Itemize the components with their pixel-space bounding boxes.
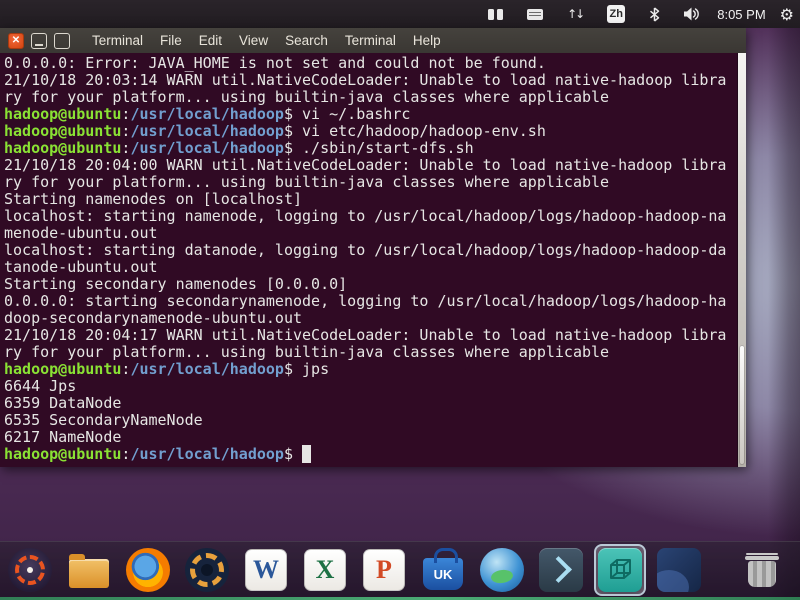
terminal-line: 6535 SecondaryNameNode [4,411,203,429]
menu-item-file-1[interactable]: File [160,33,182,48]
terminal-cursor [302,445,312,463]
trash-icon [745,552,779,588]
dock-item-trash[interactable] [738,546,786,594]
scrollbar[interactable] [737,53,746,467]
terminal-line: hadoop@ubuntu:/usr/local/hadoop$ jps [4,360,330,378]
dock-item-firefox[interactable] [124,546,172,594]
menu-item-search-4[interactable]: Search [285,33,328,48]
terminal-output[interactable]: 0.0.0.0: Error: JAVA_HOME is not set and… [0,53,737,467]
terminal-line: 0.0.0.0: Error: JAVA_HOME is not set and… [4,54,546,72]
network-arrows-icon[interactable]: ↑↓ [567,7,585,21]
camera-lens-icon [185,547,229,592]
terminal-line: hadoop@ubuntu:/usr/local/hadoop$ ./sbin/… [4,139,474,157]
chevron-right-icon [539,547,583,592]
dock-item-files[interactable] [65,546,113,594]
terminal-line: 6217 NameNode [4,428,122,446]
terminal-body: 0.0.0.0: Error: JAVA_HOME is not set and… [0,53,746,467]
maximize-button[interactable] [54,32,70,49]
terminal-line: 21/10/18 20:04:00 WARN util.NativeCodeLo… [4,156,727,174]
terminal-line: 21/10/18 20:03:14 WARN util.NativeCodeLo… [4,71,727,89]
excel-icon: X [304,548,346,591]
terminal-line: 6359 DataNode [4,394,122,412]
terminal-line: 6644 Jps [4,377,77,395]
dock-item-word[interactable]: W [242,546,290,594]
input-method-badge[interactable]: Zh [607,5,626,23]
terminal-window: ✕ Terminal File Edit View Search Terminal Help… [0,28,746,467]
terminal-line: Starting secondary namenodes [0.0.0.0] [4,275,348,293]
terminal-line: tanode-ubuntu.out [4,258,158,276]
shopping-bag-icon: UK [423,548,463,590]
terminal-line: Starting namenodes on [localhost] [4,190,303,208]
word-icon: W [245,548,287,591]
keyboard-icon[interactable] [527,8,544,20]
terminal-line: hadoop@ubuntu:/usr/local/hadoop$ [4,445,733,463]
dock-item-kylin-store[interactable]: UK [419,546,467,594]
terminal-line: 0.0.0.0: starting secondarynamenode, log… [4,292,727,310]
terminal-line: ry for your platform... using builtin-ja… [4,88,610,106]
menubar: ✕ Terminal File Edit View Search Terminal Help [0,28,746,53]
top-panel: ↑↓ Zh 8:05 PM ⚙ [0,0,800,28]
menu-item-help-6[interactable]: Help [413,33,441,48]
dock-item-powerpoint[interactable]: P [360,546,408,594]
ubuntu-logo-icon [8,547,52,592]
dock-item-launcher[interactable] [537,546,585,594]
menubar-items: Terminal File Edit View Search Terminal Help [92,33,441,48]
terminal-line: localhost: starting namenode, logging to… [4,207,727,225]
kylin-store-letter: UK [433,566,453,582]
menu-item-terminal-0[interactable]: Terminal [92,33,143,48]
dock: W X P UK [0,541,800,597]
dark-blue-app-icon [657,547,701,592]
dock-item-lens[interactable] [183,546,231,594]
terminal-line: ry for your platform... using builtin-ja… [4,343,610,361]
word-letter: W [253,554,279,584]
terminal-line: ry for your platform... using builtin-ja… [4,173,610,191]
excel-letter: X [315,554,335,584]
terminal-line: menode-ubuntu.out [4,224,158,242]
close-button[interactable]: ✕ [8,32,24,49]
clock[interactable]: 8:05 PM [717,7,765,22]
minimize-button[interactable] [31,32,47,49]
window-controls: ✕ [8,32,70,49]
terminal-line: 21/10/18 20:04:17 WARN util.NativeCodeLo… [4,326,727,344]
terminal-line: doop-secondarynamenode-ubuntu.out [4,309,303,327]
terminal-line: localhost: starting datanode, logging to… [4,241,727,259]
scrollbar-thumb[interactable] [739,345,745,465]
terminal-line: hadoop@ubuntu:/usr/local/hadoop$ vi ~/.b… [4,105,411,123]
dock-item-excel[interactable]: X [301,546,349,594]
firefox-icon [126,547,170,592]
powerpoint-icon: P [363,548,405,591]
bluetooth-icon[interactable] [649,6,660,22]
cube-icon [598,547,642,592]
dock-item-blueapp[interactable] [655,546,703,594]
panels-icon[interactable] [488,8,504,20]
powerpoint-letter: P [376,554,392,584]
volume-icon[interactable] [684,7,701,21]
settings-gear-icon[interactable]: ⚙ [780,5,794,24]
dock-item-ubuntu[interactable] [6,546,54,594]
desktop: ↑↓ Zh 8:05 PM ⚙ ✕ Terminal File Edit View Se… [0,0,800,600]
globe-app-icon [480,547,524,592]
dock-item-boxes[interactable] [596,545,644,594]
terminal-line: hadoop@ubuntu:/usr/local/hadoop$ vi etc/… [4,122,546,140]
menu-item-edit-2[interactable]: Edit [199,33,222,48]
dock-item-youker[interactable] [478,546,526,594]
menu-item-view-3[interactable]: View [239,33,268,48]
menu-item-terminal-5[interactable]: Terminal [345,33,396,48]
folder-icon [69,554,109,588]
